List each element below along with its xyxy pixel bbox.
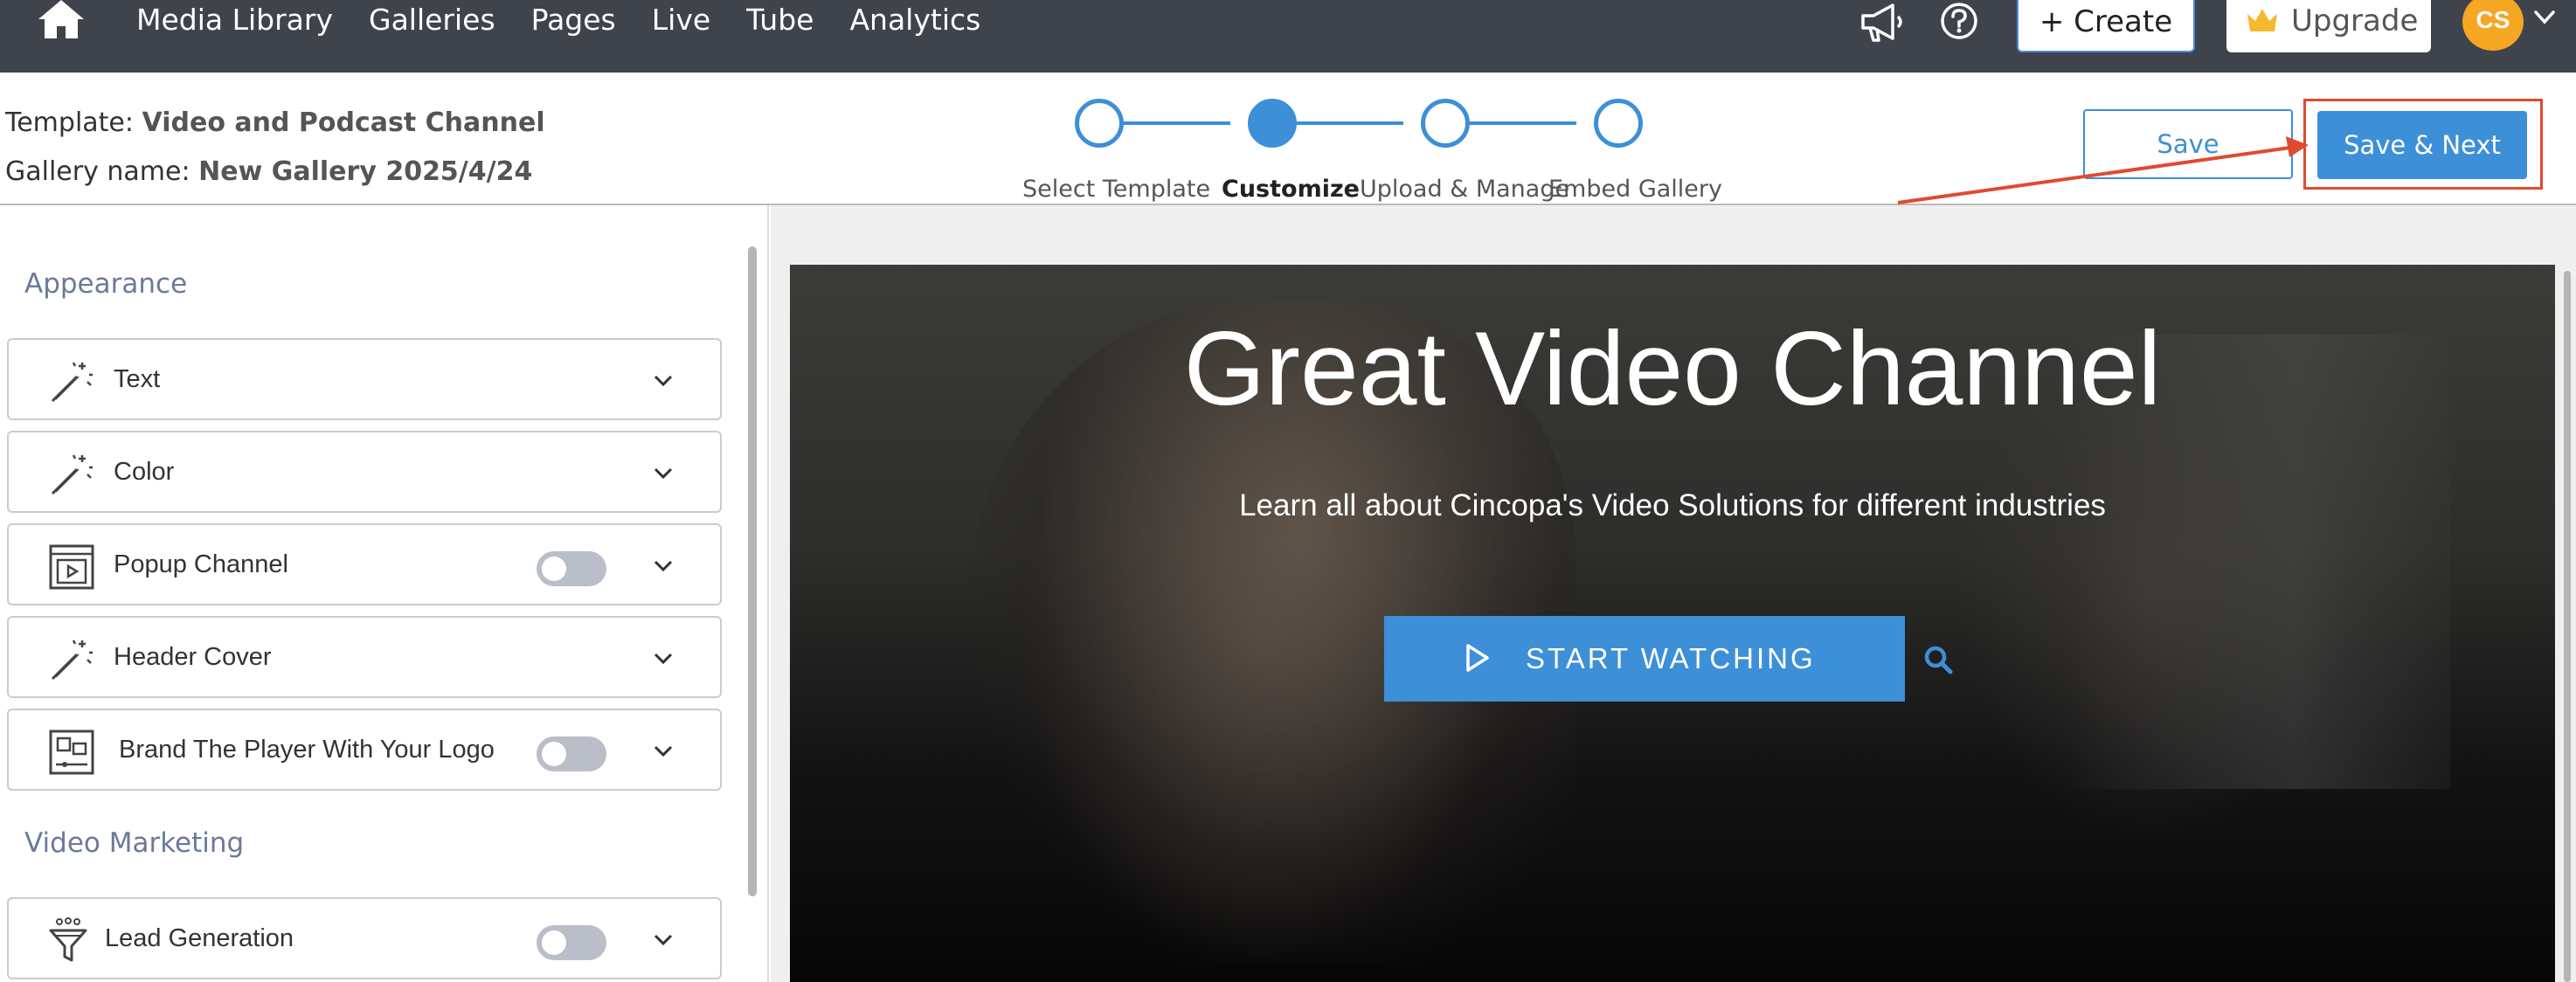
brand-player-icon bbox=[49, 730, 94, 775]
top-nav: Media Library Galleries Pages Live Tube … bbox=[0, 0, 2576, 73]
section-appearance: Appearance bbox=[24, 268, 188, 300]
home-icon[interactable] bbox=[38, 0, 84, 38]
megaphone-icon[interactable] bbox=[1858, 2, 1907, 42]
crown-icon bbox=[2247, 9, 2277, 31]
magic-wand-icon bbox=[51, 640, 93, 681]
popup-channel-toggle[interactable] bbox=[537, 551, 606, 586]
hero-subtitle: Learn all about Cincopa's Video Solution… bbox=[1239, 488, 2106, 522]
gallery-name[interactable]: New Gallery 2025/4/24 bbox=[198, 156, 532, 187]
chevron-down-icon[interactable] bbox=[652, 557, 675, 576]
accordion-text[interactable]: Text bbox=[7, 338, 722, 420]
step-dot-customize[interactable] bbox=[1248, 99, 1297, 148]
accordion-brand-player[interactable]: Brand The Player With Your Logo bbox=[7, 709, 722, 791]
nav-galleries[interactable]: Galleries bbox=[369, 0, 495, 40]
accordion-label: Lead Generation bbox=[105, 924, 294, 952]
template-prefix: Template: bbox=[5, 107, 134, 138]
play-icon bbox=[1466, 644, 1489, 672]
chevron-down-icon[interactable] bbox=[2532, 7, 2557, 28]
magic-wand-icon bbox=[51, 362, 93, 403]
nav-live[interactable]: Live bbox=[652, 0, 710, 40]
start-watching-label: START WATCHING bbox=[1526, 642, 1816, 674]
accordion-header-cover[interactable]: Header Cover bbox=[7, 616, 722, 698]
template-name: Video and Podcast Channel bbox=[142, 107, 545, 138]
section-video-marketing: Video Marketing bbox=[24, 827, 245, 859]
gallery-name-info: Gallery name: New Gallery 2025/4/24 bbox=[5, 156, 532, 187]
preview-scrollbar[interactable] bbox=[2564, 271, 2571, 982]
step-label-embed-gallery[interactable]: Embed Gallery bbox=[1548, 176, 1722, 203]
popup-player-icon bbox=[49, 544, 94, 590]
accordion-label: Color bbox=[114, 458, 175, 486]
accordion-label: Popup Channel bbox=[114, 550, 288, 578]
hero-title: Great Video Channel bbox=[1183, 310, 2162, 427]
accordion-label: Brand The Player With Your Logo bbox=[119, 736, 495, 764]
step-dot-embed-gallery[interactable] bbox=[1594, 99, 1643, 148]
nav-analytics[interactable]: Analytics bbox=[849, 0, 980, 40]
lead-generation-toggle[interactable] bbox=[537, 925, 606, 960]
toggle-knob bbox=[542, 742, 566, 766]
chevron-down-icon[interactable] bbox=[652, 742, 675, 761]
chevron-down-icon[interactable] bbox=[652, 649, 675, 668]
settings-panel: Appearance Text Color Popup Channel Head… bbox=[0, 205, 769, 982]
nav-tube[interactable]: Tube bbox=[746, 0, 814, 40]
gallery-prefix: Gallery name: bbox=[5, 156, 190, 187]
nav-pages[interactable]: Pages bbox=[531, 0, 616, 40]
accordion-lead-generation[interactable]: Lead Generation bbox=[7, 897, 722, 979]
step-label-select-template[interactable]: Select Template bbox=[1022, 176, 1210, 203]
step-dot-upload-manage[interactable] bbox=[1421, 99, 1470, 148]
accordion-color[interactable]: Color bbox=[7, 431, 722, 513]
step-label-upload-manage[interactable]: Upload & Manage bbox=[1360, 176, 1569, 203]
start-watching-button[interactable]: START WATCHING bbox=[1384, 616, 1905, 702]
chevron-down-icon[interactable] bbox=[652, 464, 675, 483]
upgrade-button[interactable]: Upgrade bbox=[2226, 0, 2431, 52]
brand-player-toggle[interactable] bbox=[537, 736, 606, 771]
accordion-popup-channel[interactable]: Popup Channel bbox=[7, 523, 722, 605]
funnel-icon bbox=[49, 917, 87, 962]
channel-preview-hero: Great Video Channel Learn all about Cinc… bbox=[790, 265, 2555, 982]
step-label-customize[interactable]: Customize bbox=[1222, 176, 1360, 203]
search-icon[interactable] bbox=[1922, 644, 1954, 675]
create-button[interactable]: + Create bbox=[2017, 0, 2195, 52]
progress-stepper: Select Template Customize Upload & Manag… bbox=[1014, 97, 1722, 203]
main-nav-links: Media Library Galleries Pages Live Tube … bbox=[136, 0, 1016, 40]
toggle-knob bbox=[542, 930, 566, 955]
annotation-arrow bbox=[1897, 136, 2309, 204]
save-next-button[interactable]: Save & Next bbox=[2317, 111, 2527, 179]
template-info: Template: Video and Podcast Channel bbox=[5, 107, 545, 138]
settings-scrollbar[interactable] bbox=[748, 246, 757, 896]
toggle-knob bbox=[542, 557, 566, 581]
chevron-down-icon[interactable] bbox=[652, 930, 675, 950]
step-dot-select-template[interactable] bbox=[1075, 99, 1124, 148]
upgrade-label: Upgrade bbox=[2291, 3, 2419, 38]
magic-wand-icon bbox=[51, 454, 93, 495]
avatar[interactable]: CS bbox=[2462, 0, 2524, 51]
accordion-label: Text bbox=[114, 365, 161, 393]
nav-media-library[interactable]: Media Library bbox=[136, 0, 333, 40]
accordion-label: Header Cover bbox=[114, 643, 272, 671]
chevron-down-icon[interactable] bbox=[652, 371, 675, 391]
help-icon[interactable] bbox=[1940, 2, 1978, 40]
